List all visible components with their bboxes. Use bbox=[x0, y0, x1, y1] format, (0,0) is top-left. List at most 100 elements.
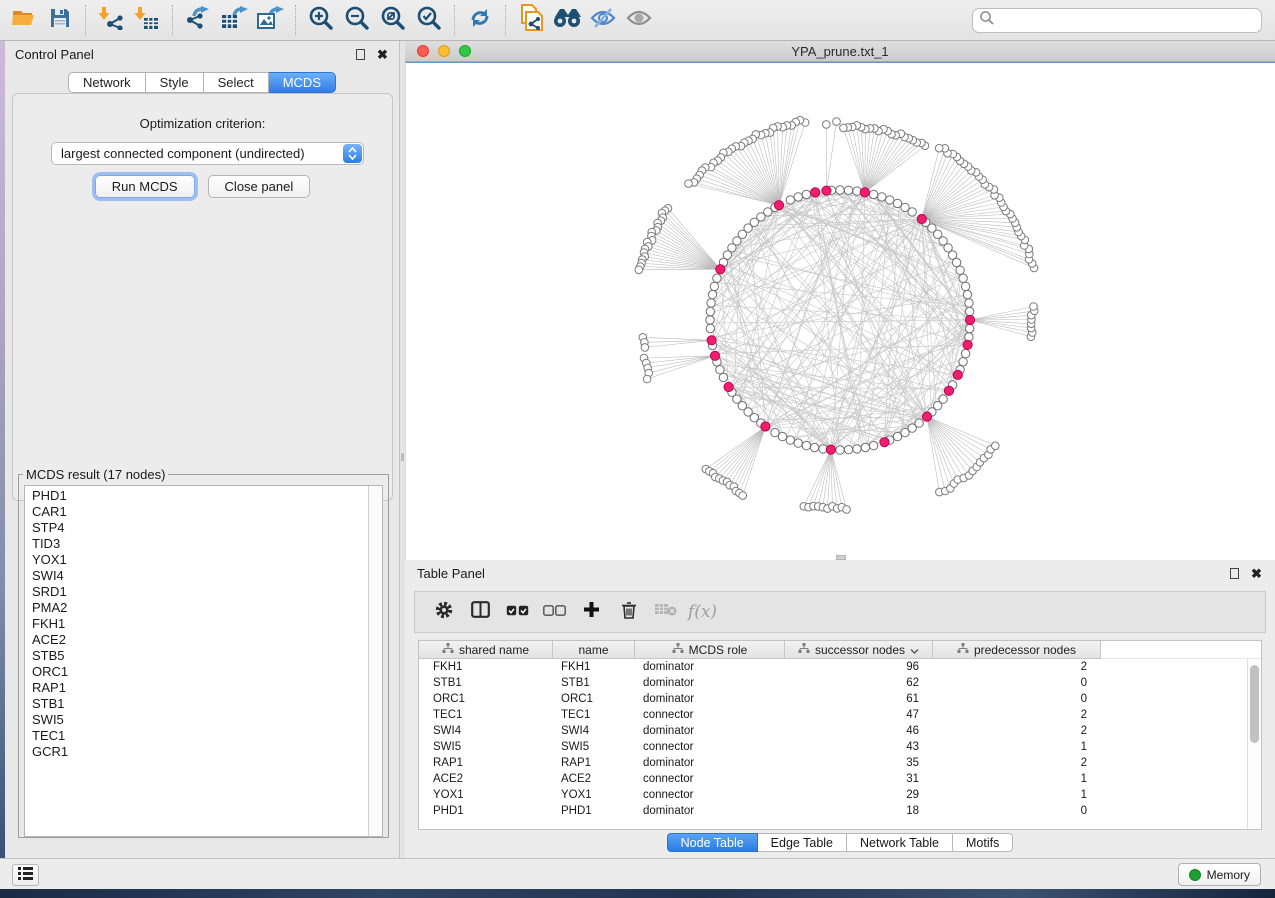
table-panel-title: Table Panel bbox=[417, 566, 1219, 581]
result-node[interactable]: RAP1 bbox=[32, 680, 368, 696]
delete-column-button[interactable] bbox=[610, 595, 647, 629]
export-table-icon bbox=[220, 6, 248, 35]
cell-shared-name: FKH1 bbox=[419, 661, 553, 673]
cell-name: TEC1 bbox=[553, 709, 635, 721]
create-column-button[interactable] bbox=[573, 595, 610, 629]
network-view-titlebar[interactable]: YPA_prune.txt_1 bbox=[405, 41, 1275, 62]
column-header-name[interactable]: name bbox=[553, 641, 635, 659]
float-panel-icon[interactable] bbox=[354, 48, 367, 61]
scrollbar-thumb[interactable] bbox=[1250, 665, 1259, 743]
result-node[interactable]: ORC1 bbox=[32, 664, 368, 680]
zoom-fit-button[interactable] bbox=[375, 4, 411, 36]
tab-style[interactable]: Style bbox=[146, 72, 204, 93]
refresh-button[interactable] bbox=[462, 4, 498, 36]
network-canvas[interactable] bbox=[405, 62, 1275, 560]
network-from-clipboard-icon bbox=[518, 4, 544, 37]
table-row[interactable]: TEC1TEC1connector472 bbox=[419, 707, 1247, 723]
table-row[interactable]: ACE2ACE2connector311 bbox=[419, 771, 1247, 787]
tab-node-table[interactable]: Node Table bbox=[667, 833, 758, 852]
cell-MCDS-role: dominator bbox=[635, 661, 785, 673]
result-node[interactable]: YOX1 bbox=[32, 552, 368, 568]
network-graph[interactable] bbox=[406, 63, 1274, 560]
result-node[interactable]: SRD1 bbox=[32, 584, 368, 600]
list-icon bbox=[17, 866, 34, 885]
table-row[interactable]: RAP1RAP1dominator352 bbox=[419, 755, 1247, 771]
network-from-clipboard-button[interactable] bbox=[513, 4, 549, 36]
result-node[interactable]: PMA2 bbox=[32, 600, 368, 616]
function-builder-button[interactable]: f(x) bbox=[684, 595, 721, 629]
close-panel-button[interactable]: Close panel bbox=[208, 175, 311, 198]
result-node[interactable]: FKH1 bbox=[32, 616, 368, 632]
result-node[interactable]: CAR1 bbox=[32, 504, 368, 520]
result-scrollbar[interactable] bbox=[368, 486, 382, 836]
hide-selected-button[interactable] bbox=[585, 4, 621, 36]
table-row[interactable]: PHD1PHD1dominator180 bbox=[419, 803, 1247, 819]
column-header-predecessor-nodes[interactable]: predecessor nodes bbox=[933, 641, 1101, 659]
search-icon bbox=[979, 10, 995, 31]
zoom-in-button[interactable] bbox=[303, 4, 339, 36]
show-all-button[interactable] bbox=[621, 4, 657, 36]
import-network-button[interactable] bbox=[93, 4, 129, 36]
cell-shared-name: TEC1 bbox=[419, 709, 553, 721]
export-network-button[interactable] bbox=[180, 4, 216, 36]
result-node[interactable]: GCR1 bbox=[32, 744, 368, 760]
cell-shared-name: RAP1 bbox=[419, 757, 553, 769]
save-session-button[interactable] bbox=[42, 4, 78, 36]
table-panel-header: Table Panel ✖ bbox=[405, 560, 1275, 586]
table-row[interactable]: YOX1YOX1connector291 bbox=[419, 787, 1247, 803]
zoom-in-icon bbox=[308, 5, 334, 36]
column-type-icon bbox=[442, 643, 454, 657]
tab-edge-table[interactable]: Edge Table bbox=[758, 833, 847, 852]
float-panel-icon[interactable] bbox=[1228, 567, 1241, 580]
column-header-MCDS-role[interactable]: MCDS role bbox=[635, 641, 785, 659]
run-mcds-button[interactable]: Run MCDS bbox=[95, 175, 195, 198]
result-node[interactable]: STP4 bbox=[32, 520, 368, 536]
tab-motifs[interactable]: Motifs bbox=[953, 833, 1013, 852]
result-node[interactable]: SWI4 bbox=[32, 568, 368, 584]
deselect-all-rows-button[interactable] bbox=[536, 595, 573, 629]
result-node[interactable]: TEC1 bbox=[32, 728, 368, 744]
memory-button[interactable]: Memory bbox=[1178, 863, 1261, 886]
result-node[interactable]: STB5 bbox=[32, 648, 368, 664]
cell-name: STB1 bbox=[553, 677, 635, 689]
zoom-out-button[interactable] bbox=[339, 4, 375, 36]
show-columns-button[interactable] bbox=[462, 595, 499, 629]
cell-successor-nodes: 47 bbox=[785, 709, 933, 721]
close-panel-icon[interactable]: ✖ bbox=[376, 48, 389, 61]
result-node[interactable]: STB1 bbox=[32, 696, 368, 712]
cell-name: SWI4 bbox=[553, 725, 635, 737]
tab-mcds[interactable]: MCDS bbox=[269, 72, 336, 93]
result-node[interactable]: ACE2 bbox=[32, 632, 368, 648]
task-history-button[interactable] bbox=[12, 864, 39, 886]
cell-name: PHD1 bbox=[553, 805, 635, 817]
close-panel-icon[interactable]: ✖ bbox=[1250, 567, 1263, 580]
delete-table-button[interactable] bbox=[647, 595, 684, 629]
tab-select[interactable]: Select bbox=[204, 72, 269, 93]
table-row[interactable]: SWI5SWI5connector431 bbox=[419, 739, 1247, 755]
select-all-rows-button[interactable] bbox=[499, 595, 536, 629]
tab-network[interactable]: Network bbox=[68, 72, 146, 93]
search-input[interactable] bbox=[995, 13, 1255, 28]
cell-shared-name: SWI4 bbox=[419, 725, 553, 737]
import-table-button[interactable] bbox=[129, 4, 165, 36]
export-table-button[interactable] bbox=[216, 4, 252, 36]
column-header-shared-name[interactable]: shared name bbox=[419, 641, 553, 659]
result-node[interactable]: SWI5 bbox=[32, 712, 368, 728]
optimization-criterion-select[interactable]: largest connected component (undirected) bbox=[51, 142, 364, 165]
tab-network-table[interactable]: Network Table bbox=[847, 833, 953, 852]
table-row[interactable]: STB1STB1dominator620 bbox=[419, 675, 1247, 691]
table-row[interactable]: SWI4SWI4dominator462 bbox=[419, 723, 1247, 739]
function-builder-icon: f(x) bbox=[688, 602, 717, 622]
open-session-button[interactable] bbox=[6, 4, 42, 36]
zoom-selected-button[interactable] bbox=[411, 4, 447, 36]
find-button[interactable] bbox=[549, 4, 585, 36]
table-row[interactable]: FKH1FKH1dominator962 bbox=[419, 659, 1247, 675]
table-settings-button[interactable] bbox=[425, 595, 462, 629]
export-image-button[interactable] bbox=[252, 4, 288, 36]
result-node[interactable]: PHD1 bbox=[32, 488, 368, 504]
table-row[interactable]: ORC1ORC1dominator610 bbox=[419, 691, 1247, 707]
table-scrollbar[interactable] bbox=[1247, 659, 1261, 829]
toolbar-separator bbox=[85, 5, 86, 35]
result-node[interactable]: TID3 bbox=[32, 536, 368, 552]
column-header-successor-nodes[interactable]: successor nodes bbox=[785, 641, 933, 659]
